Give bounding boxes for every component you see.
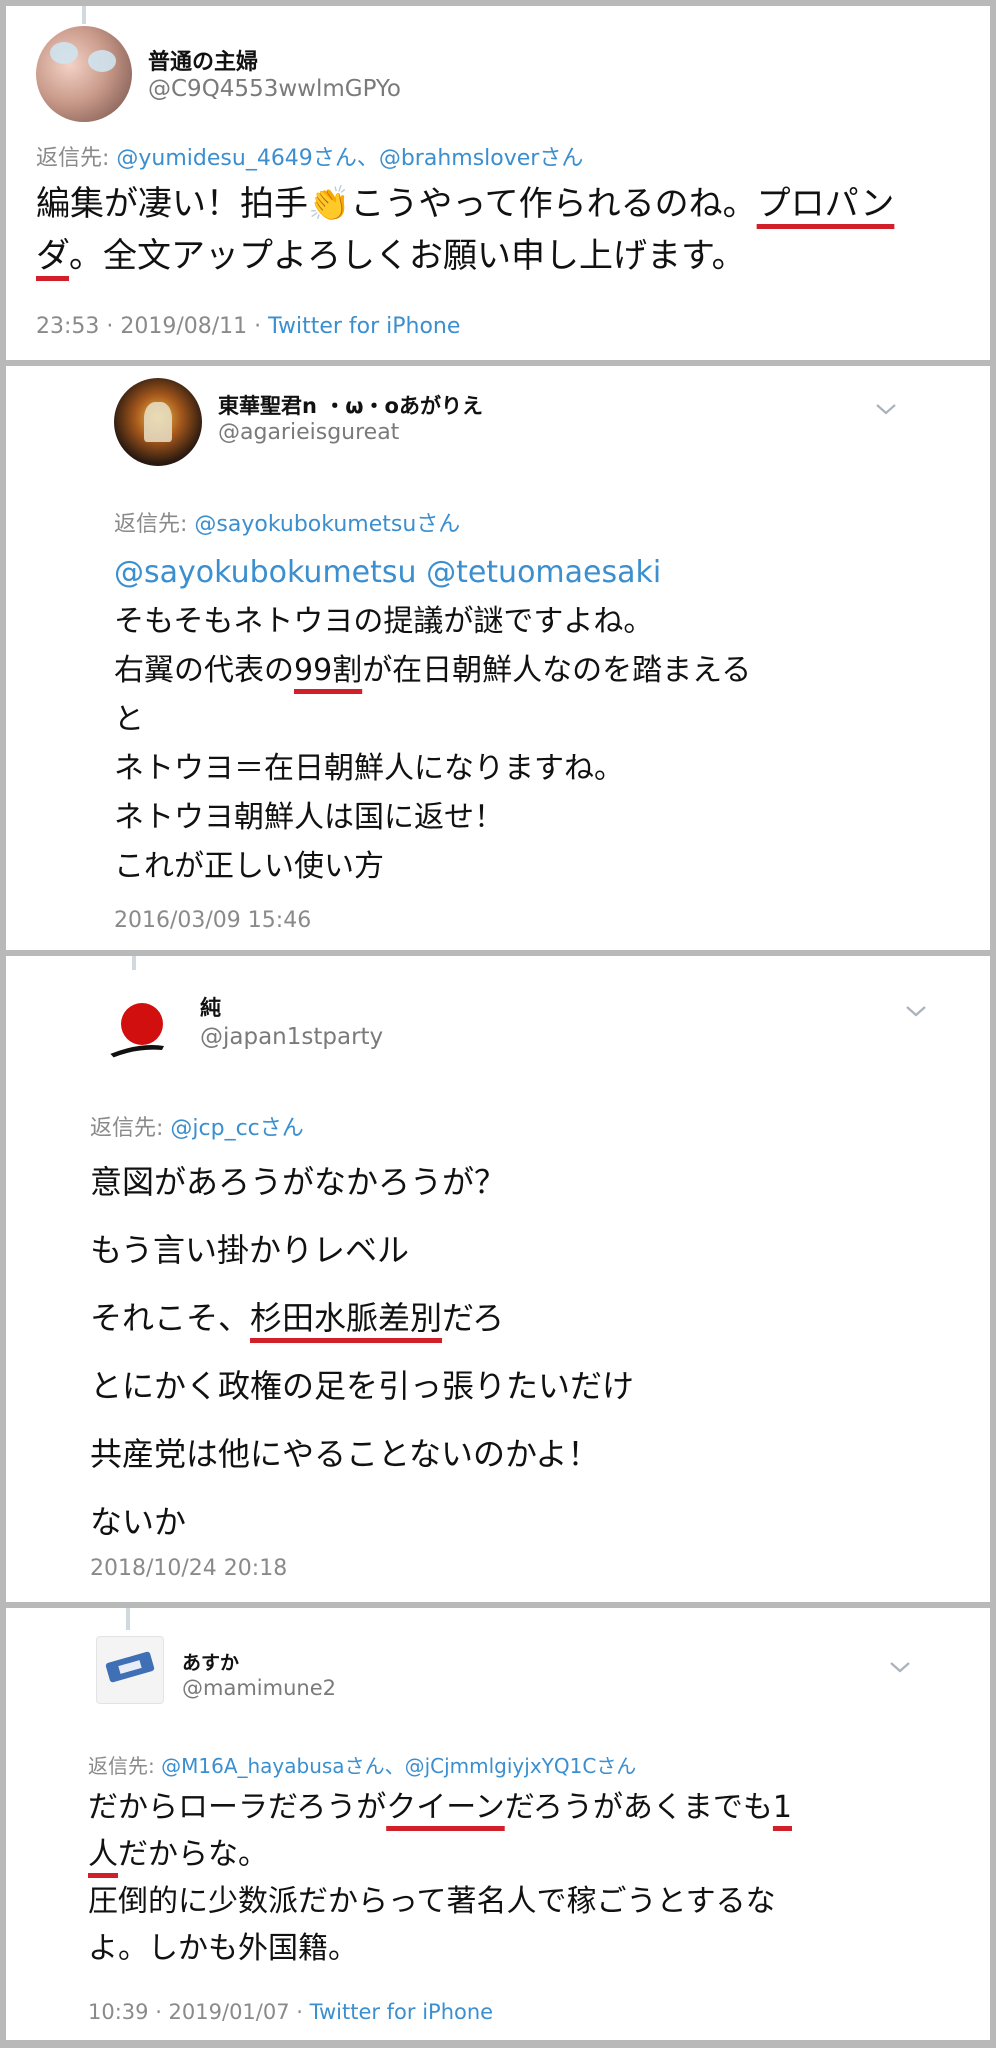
clapping-hands-emoji: 👏 — [308, 184, 351, 224]
text-line: これが正しい使い方 — [114, 849, 384, 884]
tweet-timestamp[interactable]: 2016/03/09 15:46 — [114, 908, 311, 933]
reply-to-suffix: さん、 — [344, 1754, 405, 1778]
text-line: 圧倒的に少数派だからって著名人で稼ごうとするな — [88, 1884, 776, 1919]
thread-connector — [126, 1608, 130, 1630]
text-segment: だからローラだろうが — [88, 1790, 387, 1825]
reply-to-mention[interactable]: @jcp_cc — [170, 1116, 259, 1141]
tweet-card-2[interactable]: 東華聖君n ・ω・oあがりえ @agarieisgureat 返信先: @say… — [6, 366, 990, 950]
avatar[interactable] — [102, 992, 178, 1068]
reply-to-suffix: さん — [312, 146, 357, 171]
tweet-text: @sayokubokumetsu @tetuomaesaki そもそもネトウヨの… — [114, 548, 974, 891]
text-segment: だろ — [442, 1299, 505, 1337]
tweet-text: 編集が凄い！拍手👏こうやって作られるのね。プロパン ダ。全文アップよろしくお願い… — [36, 178, 976, 282]
text-segment: それこそ、 — [90, 1299, 251, 1337]
reply-to-line: 返信先: @jcp_ccさん — [90, 1110, 304, 1142]
text-line: 意図があろうがなかろうが？ — [90, 1163, 507, 1201]
text-segment: こうやって作られるのね。 — [350, 184, 757, 224]
user-handle[interactable]: @mamimune2 — [182, 1676, 336, 1700]
text-segment: だろうがあくまでも — [504, 1790, 773, 1825]
avatar[interactable] — [36, 26, 132, 122]
text-line: よ。しかも外国籍。 — [88, 1931, 358, 1966]
reply-to-mention[interactable]: @jCjmmlgiyjxYQ1C — [405, 1754, 597, 1778]
text-segment: が在日朝鮮人なのを踏まえる — [362, 653, 752, 688]
highlighted-text: 人 — [88, 1837, 118, 1872]
chevron-down-icon[interactable] — [874, 402, 898, 416]
highlighted-text: プロパン — [756, 184, 895, 224]
highlighted-text: 杉田水脈差別 — [250, 1299, 443, 1337]
text-line: そもそもネトウヨの提議が謎ですよね。 — [114, 604, 654, 639]
reply-to-suffix: さん — [416, 512, 461, 537]
tweet-timestamp[interactable]: 2018/10/24 20:18 — [90, 1556, 287, 1581]
timestamp-text: 23:53 · 2019/08/11 · — [36, 314, 269, 339]
reply-to-line: 返信先: @M16A_hayabusaさん、@jCjmmlgiyjxYQ1Cさん — [88, 1750, 636, 1779]
display-name[interactable]: 純 — [200, 992, 221, 1022]
text-line: とにかく政権の足を引っ張りたいだけ — [90, 1367, 635, 1405]
display-name[interactable]: あすか — [182, 1648, 239, 1675]
text-line: ネトウヨ＝在日朝鮮人になりますね。 — [114, 751, 624, 786]
text-line: もう言い掛かりレベル — [90, 1231, 410, 1269]
client-link[interactable]: Twitter for iPhone — [310, 2000, 494, 2024]
reply-to-line: 返信先: @yumidesu_4649さん、@brahmsloverさん — [36, 140, 583, 172]
reply-to-prefix: 返信先: — [90, 1116, 171, 1141]
avatar[interactable] — [96, 1636, 164, 1704]
reply-to-mention[interactable]: @sayokubokumetsu — [194, 512, 416, 537]
highlighted-text: クイーン — [386, 1790, 505, 1825]
text-segment: だからな。 — [118, 1837, 268, 1872]
text-segment: 。全文アップよろしくお願い申し上げます。 — [68, 236, 746, 276]
text-line: ネトウヨ朝鮮人は国に返せ！ — [114, 800, 504, 835]
display-name[interactable]: 普通の主婦 — [148, 44, 258, 76]
chevron-down-icon[interactable] — [904, 1004, 928, 1018]
tweet-text: だからローラだろうがクイーンだろうがあくまでも1 人だからな。 圧倒的に少数派だ… — [88, 1784, 978, 1972]
timestamp-text: 10:39 · 2019/01/07 · — [88, 2000, 310, 2024]
highlighted-text: 1 — [772, 1790, 792, 1825]
client-link[interactable]: Twitter for iPhone — [268, 314, 460, 339]
reply-to-prefix: 返信先: — [88, 1754, 162, 1778]
tweet-text: 意図があろうがなかろうが？ もう言い掛かりレベル それこそ、杉田水脈差別だろ と… — [90, 1148, 970, 1556]
rising-sun-logo — [110, 1003, 164, 1058]
display-name[interactable]: 東華聖君n ・ω・oあがりえ — [218, 390, 483, 420]
user-handle[interactable]: @C9Q4553wwlmGPYo — [148, 76, 401, 102]
text-segment: 右翼の代表の — [114, 653, 294, 688]
reply-to-suffix: さん — [596, 1754, 637, 1778]
user-handle[interactable]: @japan1stparty — [200, 1024, 383, 1050]
thread-connector — [82, 6, 86, 24]
reply-to-separator: 、 — [356, 146, 379, 171]
text-line: 共産党は他にやることないのかよ！ — [90, 1435, 600, 1473]
reply-to-prefix: 返信先: — [114, 512, 195, 537]
tweet-card-3[interactable]: 純 @japan1stparty 返信先: @jcp_ccさん 意図があろうがな… — [6, 956, 990, 1602]
reply-to-mention[interactable]: @yumidesu_4649 — [116, 146, 312, 171]
text-segment: 編集が凄い！拍手 — [36, 184, 308, 224]
thread-connector — [132, 956, 136, 970]
text-line: ないか — [90, 1503, 187, 1541]
reply-to-suffix: さん — [259, 1116, 304, 1141]
tweet-card-4[interactable]: あすか @mamimune2 返信先: @M16A_hayabusaさん、@jC… — [6, 1608, 990, 2040]
avatar[interactable] — [114, 378, 202, 466]
tweet-timestamp[interactable]: 23:53 · 2019/08/11 · Twitter for iPhone — [36, 314, 460, 339]
text-line: と — [114, 702, 144, 737]
reply-to-suffix: さん — [539, 146, 584, 171]
highlighted-text: 99割 — [294, 653, 363, 688]
tweet-card-1[interactable]: 普通の主婦 @C9Q4553wwlmGPYo 返信先: @yumidesu_46… — [6, 6, 990, 360]
reply-to-mention[interactable]: @M16A_hayabusa — [161, 1754, 344, 1778]
reply-to-mention[interactable]: @brahmslover — [379, 146, 540, 171]
tweet-timestamp[interactable]: 10:39 · 2019/01/07 · Twitter for iPhone — [88, 2000, 493, 2024]
reply-to-line: 返信先: @sayokubokumetsuさん — [114, 506, 460, 538]
reply-to-prefix: 返信先: — [36, 146, 117, 171]
highlighted-text: ダ — [36, 236, 69, 276]
chevron-down-icon[interactable] — [888, 1660, 912, 1674]
user-handle[interactable]: @agarieisgureat — [218, 420, 399, 445]
mentions[interactable]: @sayokubokumetsu @tetuomaesaki — [114, 548, 974, 597]
